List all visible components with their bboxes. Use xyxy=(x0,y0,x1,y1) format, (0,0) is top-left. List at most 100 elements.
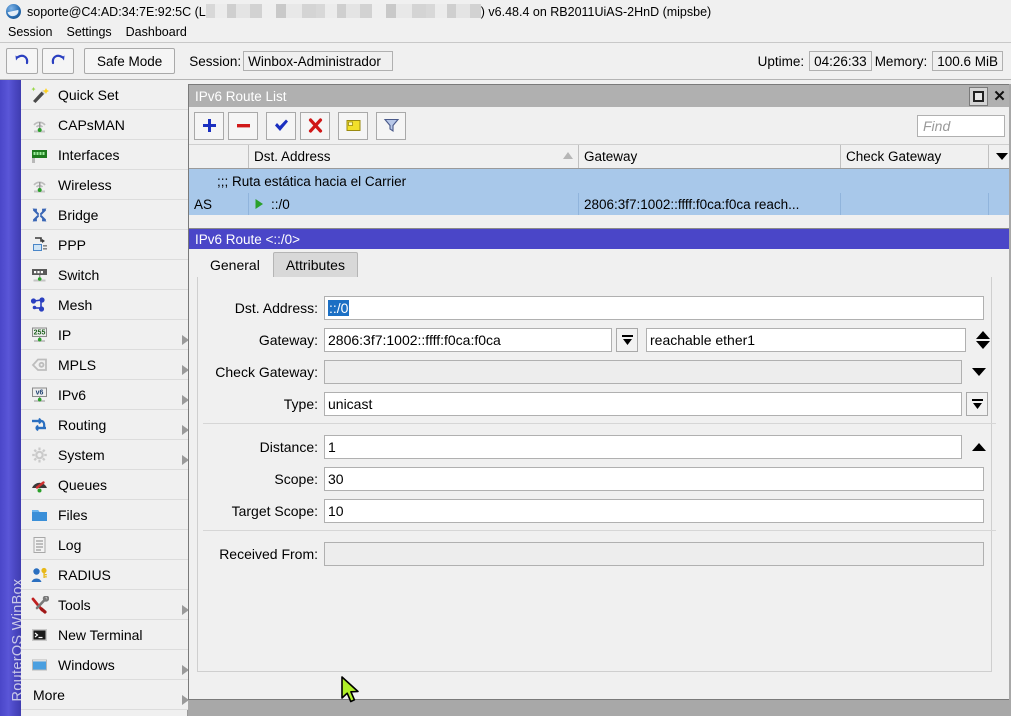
sidebar-item-wireless[interactable]: Wireless xyxy=(21,170,188,200)
sidebar-item-capsman[interactable]: CAPsMAN xyxy=(21,110,188,140)
dst-address-input[interactable]: ::/0 xyxy=(324,296,984,320)
sidebar-item-label: Routing xyxy=(58,417,106,433)
column-header-flags[interactable] xyxy=(189,145,249,168)
row-dst-address: ::/0 xyxy=(249,193,579,215)
gateway-spinner[interactable] xyxy=(973,331,993,349)
sidebar-item-log[interactable]: Log xyxy=(21,530,188,560)
enable-button[interactable] xyxy=(266,112,296,140)
sidebar-item-ppp[interactable]: PPP xyxy=(21,230,188,260)
section-divider xyxy=(203,423,996,424)
svg-text:v6: v6 xyxy=(36,389,44,396)
sidebar-item-system[interactable]: System xyxy=(21,440,188,470)
menu-item-settings[interactable]: Settings xyxy=(66,25,111,39)
close-icon: ✕ xyxy=(993,89,1006,104)
sidebar-item-windows[interactable]: Windows xyxy=(21,650,188,680)
switch-icon xyxy=(29,265,50,285)
row-flags: AS xyxy=(189,193,249,215)
window-controls: ✕ xyxy=(969,87,1010,106)
sidebar-item-routing[interactable]: Routing xyxy=(21,410,188,440)
desktop-background-bottom xyxy=(188,700,1011,716)
route-active-arrow-icon xyxy=(254,198,265,210)
undo-arrow-icon xyxy=(13,53,31,69)
row-dst-address-text: ::/0 xyxy=(271,197,290,212)
check-gateway-dropdown[interactable] xyxy=(969,368,989,376)
filter-button[interactable] xyxy=(376,112,406,140)
column-chooser-button[interactable] xyxy=(989,145,1010,168)
route-comment-row[interactable]: ;;; Ruta estática hacia el Carrier xyxy=(189,169,1010,193)
ppp-icon xyxy=(29,235,50,255)
sidebar-item-label: Mesh xyxy=(58,297,92,313)
disable-button[interactable] xyxy=(300,112,330,140)
main-toolbar: Safe Mode Session: Winbox-Administrador … xyxy=(0,42,1011,80)
sidebar-menu-list: Quick Set CAPsMAN Interfaces Wireless xyxy=(21,80,188,716)
antenna-icon xyxy=(29,115,50,135)
add-button[interactable] xyxy=(194,112,224,140)
target-scope-input[interactable]: 10 xyxy=(324,499,984,523)
close-window-button[interactable]: ✕ xyxy=(990,87,1009,106)
plus-icon xyxy=(201,117,218,134)
memory-label: Memory: xyxy=(875,54,928,69)
type-dropdown-button[interactable] xyxy=(966,392,988,416)
distance-input[interactable]: 1 xyxy=(324,435,962,459)
row-spacer xyxy=(989,193,1010,215)
dialog-titlebar[interactable]: IPv6 Route <::/0> xyxy=(189,229,1010,249)
redo-button[interactable] xyxy=(42,48,74,74)
column-header-dst-address[interactable]: Dst. Address xyxy=(249,145,579,168)
sidebar-item-label: Log xyxy=(58,537,81,553)
sidebar-item-switch[interactable]: Switch xyxy=(21,260,188,290)
antenna-icon xyxy=(29,175,50,195)
check-gateway-input[interactable] xyxy=(324,360,962,384)
dst-address-label: Dst. Address: xyxy=(189,300,324,316)
redacted-identity-mask xyxy=(206,4,481,18)
column-header-gateway[interactable]: Gateway xyxy=(579,145,841,168)
sidebar-item-new-terminal[interactable]: New Terminal xyxy=(21,620,188,650)
sidebar-item-more[interactable]: More xyxy=(21,680,188,710)
tab-attributes[interactable]: Attributes xyxy=(273,252,358,277)
sidebar-item-tools[interactable]: Tools xyxy=(21,590,188,620)
dst-address-value: ::/0 xyxy=(328,300,349,316)
sidebar-item-mpls[interactable]: MPLS xyxy=(21,350,188,380)
sidebar-item-mesh[interactable]: Mesh xyxy=(21,290,188,320)
menu-item-session[interactable]: Session xyxy=(8,25,52,39)
distance-spinner[interactable] xyxy=(969,443,989,451)
session-name-field[interactable]: Winbox-Administrador xyxy=(243,51,393,71)
sidebar-item-ip[interactable]: 255 IP xyxy=(21,320,188,350)
mpls-tag-icon xyxy=(29,355,50,375)
sidebar-item-label: IP xyxy=(58,327,71,343)
sidebar-item-label: Tools xyxy=(58,597,91,613)
safe-mode-button[interactable]: Safe Mode xyxy=(84,48,175,74)
comment-button[interactable] xyxy=(338,112,368,140)
window-icon xyxy=(29,655,50,675)
sidebar-item-ipv6[interactable]: v6 IPv6 xyxy=(21,380,188,410)
sidebar-item-label: New Terminal xyxy=(58,627,143,643)
sidebar-item-interfaces[interactable]: Interfaces xyxy=(21,140,188,170)
table-row[interactable]: AS ::/0 2806:3f7:1002::ffff:f0ca:f0ca re… xyxy=(189,193,1010,215)
route-list-column-headers: Dst. Address Gateway Check Gateway xyxy=(189,145,1010,169)
field-row-scope: Scope: 30 xyxy=(189,466,1010,492)
type-input[interactable]: unicast xyxy=(324,392,962,416)
restore-window-button[interactable] xyxy=(969,87,988,106)
sidebar-item-files[interactable]: Files xyxy=(21,500,188,530)
menu-item-dashboard[interactable]: Dashboard xyxy=(126,25,187,39)
window-title: soporte@C4:AD:34:7E:92:5C (L) v6.48.4 on… xyxy=(27,4,711,19)
distance-label: Distance: xyxy=(189,439,324,455)
tab-general[interactable]: General xyxy=(197,252,273,277)
field-row-distance: Distance: 1 xyxy=(189,434,1010,460)
magic-wand-icon xyxy=(29,85,50,105)
field-row-dst-address: Dst. Address: ::/0 xyxy=(189,295,1010,321)
sidebar-item-bridge[interactable]: Bridge xyxy=(21,200,188,230)
triangle-up-icon xyxy=(972,443,986,451)
undo-button[interactable] xyxy=(6,48,38,74)
sidebar-item-quick-set[interactable]: Quick Set xyxy=(21,80,188,110)
sidebar-item-radius[interactable]: RADIUS xyxy=(21,560,188,590)
route-list-titlebar[interactable]: IPv6 Route List ✕ xyxy=(189,85,1010,107)
search-input[interactable]: Find xyxy=(917,115,1005,137)
gateway-dropdown-button[interactable] xyxy=(616,328,638,352)
scope-input[interactable]: 30 xyxy=(324,467,984,491)
triangle-down-icon xyxy=(976,341,990,349)
sidebar-item-queues[interactable]: Queues xyxy=(21,470,188,500)
uptime-value: 04:26:33 xyxy=(809,51,872,71)
remove-button[interactable] xyxy=(228,112,258,140)
gateway-input[interactable]: 2806:3f7:1002::ffff:f0ca:f0ca xyxy=(324,328,612,352)
column-header-check-gateway[interactable]: Check Gateway xyxy=(841,145,989,168)
